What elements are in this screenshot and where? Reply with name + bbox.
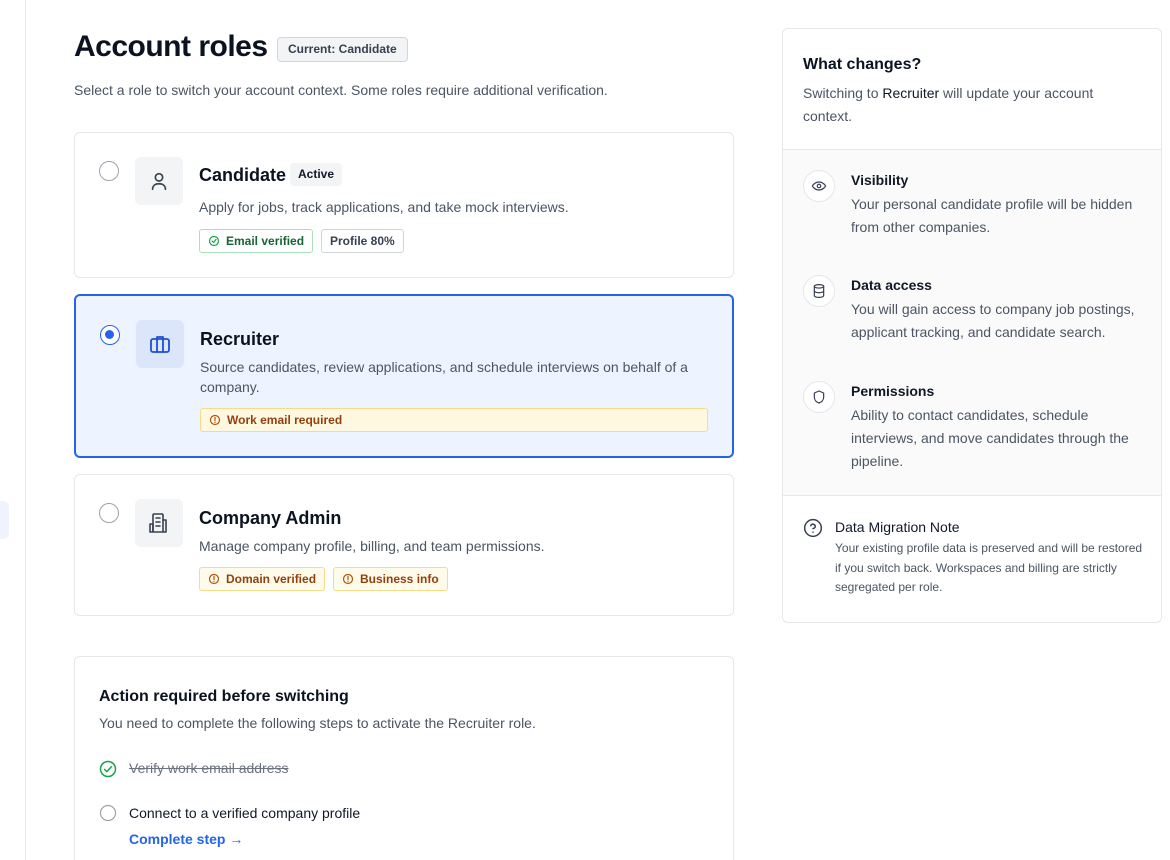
data-migration-note-title: Data Migration Note — [835, 519, 960, 535]
changes-list: Visibility Your personal candidate profi… — [783, 149, 1161, 496]
tag-label: Domain verified — [226, 572, 317, 586]
role-description: Apply for jobs, track applications, and … — [199, 199, 569, 215]
role-radio-candidate[interactable] — [99, 161, 119, 181]
change-title-data-access: Data access — [851, 277, 932, 293]
step-verify-work-email: Verify work email address — [129, 760, 289, 776]
side-panel-description: Switching to Recruiter will update your … — [803, 82, 1133, 128]
action-subtitle: You need to complete the following steps… — [99, 715, 536, 731]
domain-verified-tag: Domain verified — [199, 567, 326, 591]
what-changes-panel: What changes? Switching to Recruiter wil… — [782, 28, 1162, 623]
tag-label: Work email required — [227, 413, 343, 427]
business-info-tag: Business info — [333, 567, 448, 591]
change-desc-visibility: Your personal candidate profile will be … — [851, 196, 1133, 235]
current-role-badge: Current: Candidate — [277, 37, 408, 62]
action-required-card: Action required before switching You nee… — [74, 656, 734, 860]
change-desc-data-access: You will gain access to company job post… — [851, 301, 1135, 340]
tag-label: Business info — [360, 572, 439, 586]
role-card-recruiter[interactable]: Recruiter Source candidates, review appl… — [74, 294, 734, 458]
action-title: Action required before switching — [99, 688, 349, 705]
left-nav-rail — [0, 0, 26, 860]
database-icon — [803, 275, 835, 307]
change-desc-permissions: Ability to contact candidates, schedule … — [851, 407, 1129, 469]
page-subtitle: Select a role to switch your account con… — [74, 82, 608, 98]
alert-circle-icon — [342, 573, 354, 585]
email-verified-tag: Email verified — [199, 229, 314, 253]
page-title: Account roles — [74, 30, 268, 63]
change-title-visibility: Visibility — [851, 172, 909, 188]
side-panel-title: What changes? — [803, 56, 922, 73]
role-description: Manage company profile, billing, and tea… — [199, 538, 545, 554]
check-circle-icon — [208, 235, 220, 247]
user-icon — [135, 157, 183, 205]
nav-active-marker[interactable] — [0, 501, 9, 539]
role-card-company-admin[interactable]: Company Admin Manage company profile, bi… — [74, 474, 734, 616]
side-panel-header: What changes? Switching to Recruiter wil… — [783, 29, 1161, 149]
eye-icon — [803, 170, 835, 202]
check-circle-icon — [99, 760, 117, 778]
alert-circle-icon — [208, 573, 220, 585]
profile-progress-tag: Profile 80% — [321, 229, 404, 253]
help-circle-icon — [803, 518, 823, 538]
role-name: Company Admin — [199, 508, 342, 528]
complete-step-link[interactable]: Complete step → — [129, 831, 243, 847]
target-role-name: Recruiter — [882, 85, 940, 101]
role-active-badge: Active — [290, 163, 343, 186]
tag-label: Profile 80% — [330, 234, 395, 248]
alert-circle-icon — [209, 414, 221, 426]
role-card-candidate[interactable]: Candidate Active Apply for jobs, track a… — [74, 132, 734, 278]
step-pending-circle-icon — [99, 804, 117, 822]
role-radio-company-admin[interactable] — [99, 503, 119, 523]
role-name: Recruiter — [200, 329, 280, 349]
tag-label: Email verified — [226, 234, 305, 248]
shield-icon — [803, 381, 835, 413]
building-icon — [135, 499, 183, 547]
role-description: Source candidates, review applications, … — [200, 359, 688, 395]
role-radio-recruiter[interactable] — [100, 325, 120, 345]
work-email-required-tag: Work email required — [200, 408, 708, 432]
data-migration-note-description: Your existing profile data is preserved … — [835, 541, 1143, 594]
desc-prefix: Switching to — [803, 85, 883, 101]
briefcase-icon — [136, 320, 184, 368]
role-name: Candidate — [199, 165, 287, 185]
change-title-permissions: Permissions — [851, 383, 935, 399]
step-connect-company: Connect to a verified company profile — [129, 805, 361, 821]
